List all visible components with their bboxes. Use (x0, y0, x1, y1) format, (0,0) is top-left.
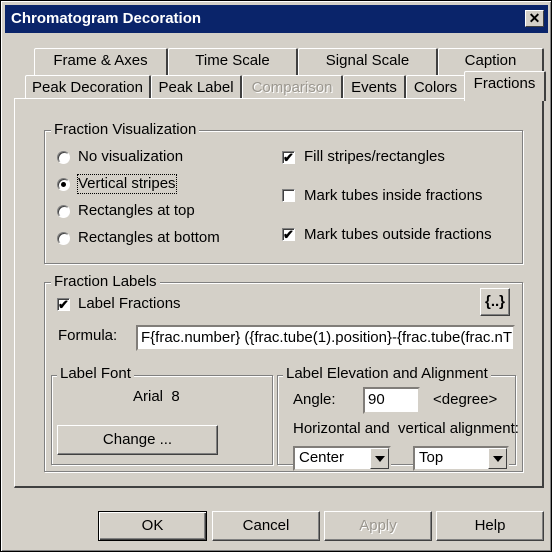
vertical-stripes-label: Vertical stripes (77, 174, 177, 194)
horizontal-alignment-select[interactable]: Center (293, 446, 391, 471)
change-font-button[interactable]: Change ... (57, 425, 218, 455)
fractions-panel: Fraction Visualization No visualization … (14, 98, 544, 488)
horizontal-alignment-value: Center (299, 449, 345, 466)
angle-input[interactable]: 90 (363, 387, 420, 414)
alignment-label: Horizontal and vertical alignment: (293, 420, 519, 437)
radio-rectangles-bottom[interactable] (57, 232, 70, 245)
angle-label: Angle: (293, 391, 336, 408)
radio-rectangles-top[interactable] (57, 205, 70, 218)
checkbox-label-fractions[interactable]: ✔ (57, 298, 70, 311)
chevron-down-icon[interactable] (370, 448, 389, 469)
chromatogram-decoration-dialog: Chromatogram Decoration ✕ Frame & Axes T… (0, 0, 552, 552)
checkbox-fill-stripes[interactable]: ✔ (282, 151, 295, 164)
ok-button[interactable]: OK (98, 511, 207, 541)
label-font-legend: Label Font (57, 366, 134, 382)
tab-frame-axes[interactable]: Frame & Axes (34, 48, 168, 75)
rectangles-top-label: Rectangles at top (78, 202, 195, 219)
radio-vertical-stripes[interactable] (57, 178, 70, 191)
mark-outside-label: Mark tubes outside fractions (304, 226, 492, 243)
tab-time-scale[interactable]: Time Scale (168, 48, 298, 75)
rectangles-bottom-label: Rectangles at bottom (78, 229, 220, 246)
help-button[interactable]: Help (436, 511, 544, 541)
chevron-down-icon[interactable] (488, 448, 507, 469)
angle-unit-label: <degree> (433, 391, 498, 408)
formula-input[interactable]: F{frac.number} ({frac.tube(1).position}-… (136, 325, 515, 351)
tab-fractions[interactable]: Fractions (464, 71, 546, 101)
formula-label: Formula: (58, 327, 118, 344)
label-fractions-label: Label Fractions (78, 295, 181, 312)
window-title: Chromatogram Decoration (11, 10, 202, 27)
fraction-visualization-legend: Fraction Visualization (51, 122, 200, 138)
radio-no-visualization[interactable] (57, 151, 70, 164)
label-font-value: Arial 8 (133, 388, 180, 405)
insert-variable-button[interactable]: {..} (480, 288, 510, 316)
mark-inside-label: Mark tubes inside fractions (304, 187, 483, 204)
vertical-alignment-value: Top (419, 449, 444, 466)
fill-stripes-label: Fill stripes/rectangles (304, 148, 445, 165)
vertical-alignment-select[interactable]: Top (413, 446, 509, 471)
cancel-button[interactable]: Cancel (212, 511, 320, 541)
fraction-labels-legend: Fraction Labels (51, 274, 160, 290)
tab-signal-scale[interactable]: Signal Scale (298, 48, 438, 75)
checkbox-mark-outside[interactable]: ✔ (282, 228, 295, 241)
radio-selected-dot (61, 182, 66, 187)
no-visualization-label: No visualization (78, 148, 184, 165)
apply-button[interactable]: Apply (324, 511, 432, 541)
title-bar: Chromatogram Decoration ✕ (5, 5, 548, 33)
label-elevation-legend: Label Elevation and Alignment (283, 366, 491, 382)
checkbox-mark-inside[interactable] (282, 189, 295, 202)
close-icon[interactable]: ✕ (525, 10, 544, 27)
